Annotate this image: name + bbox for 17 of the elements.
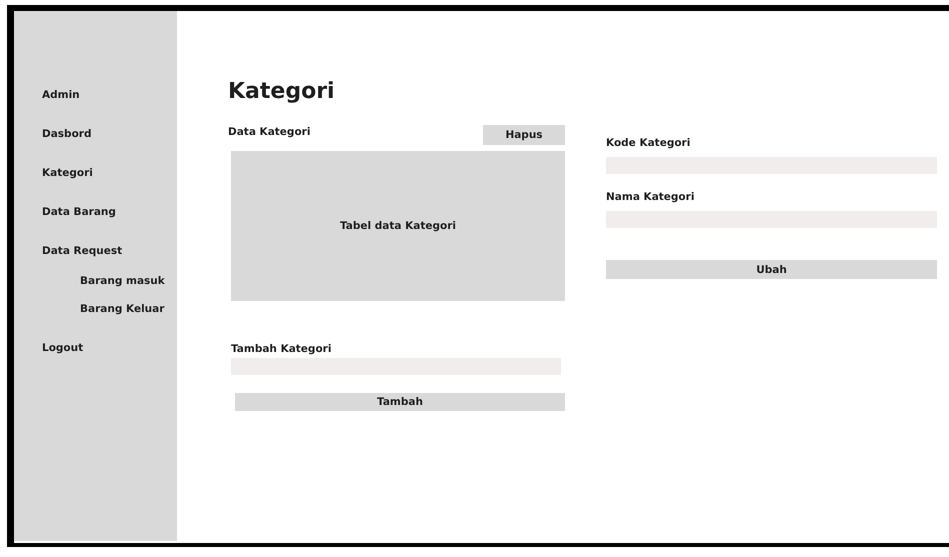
update-button[interactable]: Ubah (606, 260, 937, 279)
field-label: Nama Kategori (606, 190, 696, 204)
add-button[interactable]: Tambah (235, 393, 565, 411)
sidebar-item[interactable]: Kategori (42, 166, 177, 181)
field-label: Tambah Kategori (231, 342, 332, 356)
delete-button[interactable]: Hapus (483, 125, 565, 145)
sidebar-item[interactable]: Admin (42, 88, 177, 103)
placeholder-text: Tabel data Kategori (340, 220, 456, 232)
sidebar-item[interactable]: Logout (42, 341, 177, 356)
sidebar-subitem[interactable]: Barang Keluar (80, 302, 177, 317)
sidebar-item[interactable]: Data Barang (42, 205, 177, 220)
sidebar-subitem[interactable]: Barang masuk (80, 274, 177, 289)
section-label: Data Kategori (228, 125, 310, 139)
sidebar-item[interactable]: Dasbord (42, 127, 177, 142)
sidebar-item[interactable]: Data Request (42, 244, 177, 259)
field-label: Kode Kategori (606, 136, 692, 150)
page-title: Kategori (228, 78, 336, 106)
